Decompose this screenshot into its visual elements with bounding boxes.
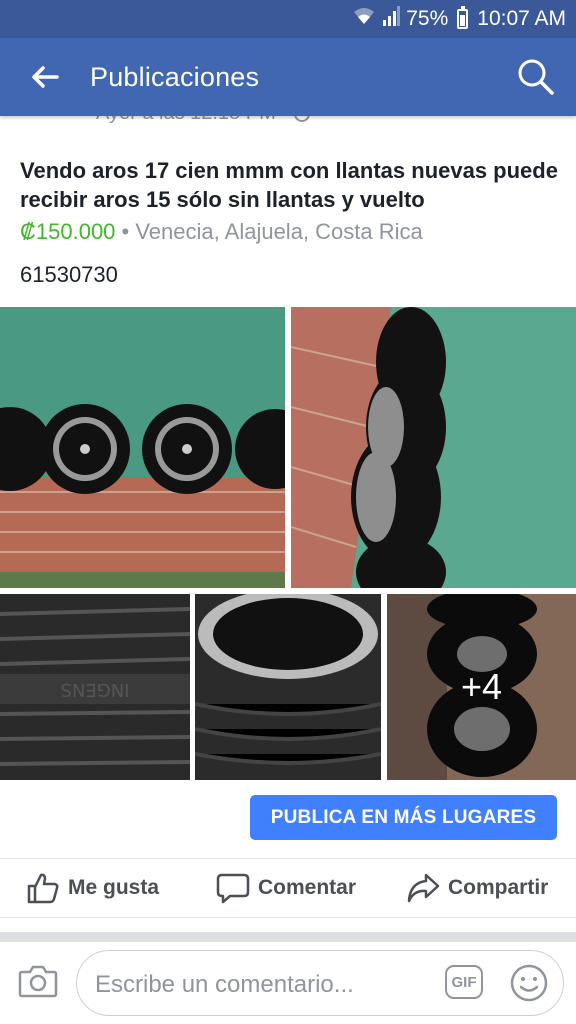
action-bar: Me gusta Comentar Compartir — [0, 858, 576, 918]
listing-phone[interactable]: 61530730 — [20, 262, 118, 288]
svg-text:INGENS: INGENS — [61, 679, 130, 700]
share-button[interactable]: Compartir — [406, 872, 548, 904]
emoji-button[interactable] — [509, 963, 549, 1008]
share-label: Compartir — [448, 876, 549, 899]
publish-more-places-button[interactable]: PUBLICA EN MÁS LUGARES — [250, 795, 557, 840]
signal-icon — [382, 6, 401, 32]
comment-input[interactable]: Escribe un comentario... GIF — [76, 950, 564, 1016]
clock: 10:07 AM — [477, 7, 566, 30]
listing-title: Vendo aros 17 cien mmm con llantas nueva… — [20, 158, 558, 212]
smiley-icon — [510, 964, 548, 1002]
comment-composer: Escribe un comentario... GIF — [0, 942, 576, 1024]
battery-icon — [457, 6, 469, 29]
comment-label: Comentar — [258, 876, 357, 899]
listing-photo-1[interactable] — [0, 307, 285, 588]
divider — [0, 932, 576, 942]
comment-icon — [216, 873, 250, 904]
like-label: Me gusta — [68, 876, 160, 899]
listing-photo-5[interactable]: +4 — [387, 594, 576, 780]
share-icon — [407, 873, 440, 903]
listing-photo-4[interactable] — [195, 594, 381, 780]
thumbs-up-icon — [27, 873, 59, 904]
price-location: ₡150.000 • Venecia, Alajuela, Costa Rica — [20, 219, 423, 245]
status-bar: 75% 10:07 AM — [0, 0, 576, 38]
listing-photo-3[interactable]: INGENS — [0, 594, 190, 780]
battery-percent: 75% — [406, 7, 449, 30]
like-button[interactable]: Me gusta — [26, 872, 159, 904]
listing-location: • Venecia, Alajuela, Costa Rica — [115, 219, 423, 244]
camera-button[interactable] — [18, 962, 58, 1005]
search-icon — [518, 59, 554, 95]
more-photos-overlay[interactable]: +4 — [387, 594, 576, 780]
comment-button[interactable]: Comentar — [216, 872, 356, 904]
listing-photo-2[interactable] — [291, 307, 576, 588]
search-button[interactable] — [496, 38, 576, 116]
comment-placeholder: Escribe un comentario... — [95, 971, 354, 998]
app-bar: Publicaciones — [0, 38, 576, 116]
page-title: Publicaciones — [90, 61, 260, 92]
back-arrow-icon — [32, 66, 59, 88]
wifi-icon — [352, 6, 376, 32]
back-button[interactable] — [0, 38, 90, 116]
camera-icon — [18, 965, 58, 998]
listing-price: ₡150.000 — [20, 219, 116, 244]
gif-button[interactable]: GIF — [445, 965, 483, 999]
